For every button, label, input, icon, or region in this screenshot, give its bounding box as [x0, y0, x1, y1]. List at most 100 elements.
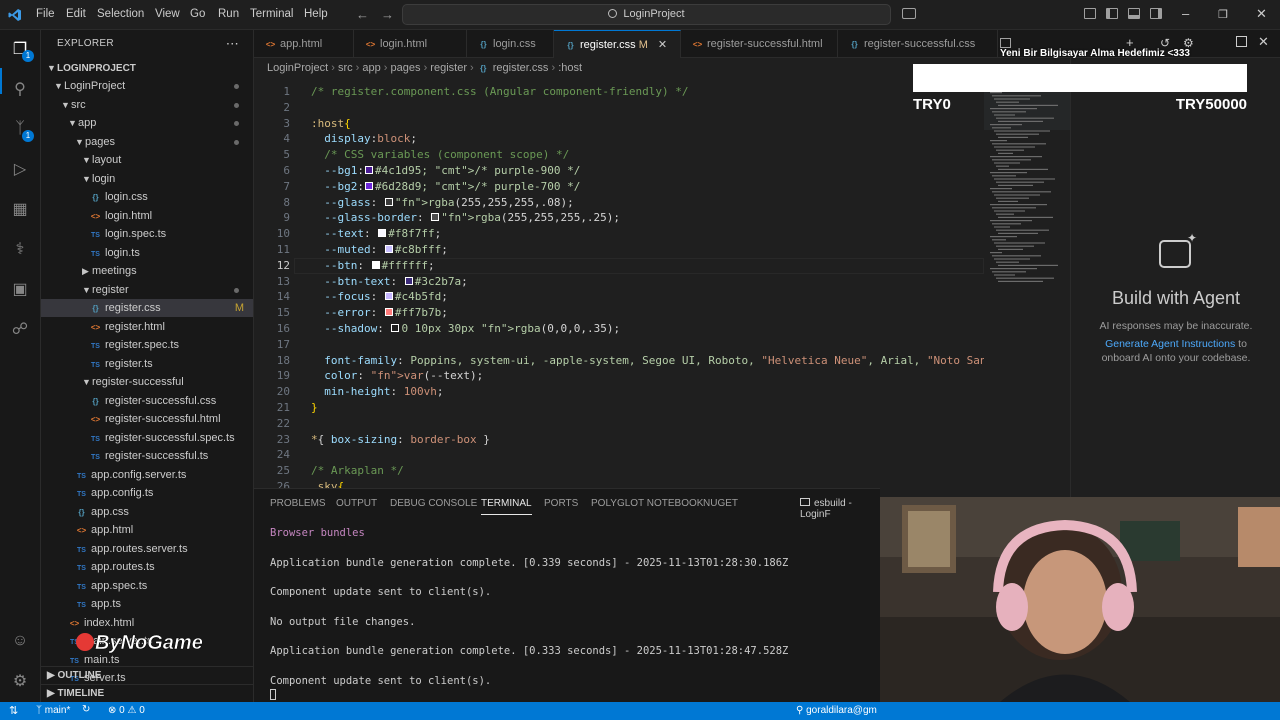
- breadcrumb-item[interactable]: register: [430, 62, 467, 74]
- panel-tab-debug-console[interactable]: DEBUG CONSOLE: [390, 498, 477, 509]
- tree-item[interactable]: <> login.html: [41, 207, 253, 225]
- tree-item[interactable]: ▼pages: [41, 133, 253, 151]
- color-swatch[interactable]: [384, 245, 393, 253]
- tab-login-css[interactable]: {} login.css: [467, 30, 554, 58]
- close-tab-icon[interactable]: ✕: [658, 39, 667, 51]
- color-swatch[interactable]: [365, 166, 373, 174]
- panel-tab-polyglot-notebook[interactable]: POLYGLOT NOTEBOOK: [591, 498, 703, 509]
- tab-register-successful-html[interactable]: <> register-successful.html: [681, 30, 838, 58]
- sync-icon[interactable]: ↻: [82, 704, 90, 715]
- tree-item[interactable]: TS login.ts: [41, 244, 253, 262]
- restore-icon[interactable]: ❐: [1218, 8, 1228, 21]
- history-icon[interactable]: ↺: [1160, 36, 1170, 50]
- tree-item[interactable]: TS register.ts: [41, 355, 253, 373]
- branch-indicator[interactable]: ᛉ main*: [36, 705, 70, 716]
- tree-item[interactable]: {} register.css M: [41, 299, 253, 317]
- outline-section[interactable]: ▶ OUTLINE: [41, 666, 253, 684]
- tree-item[interactable]: TS register-successful.ts: [41, 447, 253, 465]
- minimize-icon[interactable]: –: [1182, 6, 1189, 21]
- menu-edit[interactable]: Edit: [66, 8, 86, 20]
- color-swatch[interactable]: [365, 181, 373, 190]
- tree-item[interactable]: {} register-successful.css: [41, 392, 253, 410]
- split-editor-icon[interactable]: [1000, 38, 1011, 48]
- account-icon[interactable]: ☺: [9, 630, 31, 652]
- account-status[interactable]: ⚲ goraldilara@gm: [796, 705, 877, 716]
- tree-item[interactable]: TS app.config.ts: [41, 484, 253, 502]
- tree-item[interactable]: ▼login: [41, 170, 253, 188]
- panel-tab-nuget[interactable]: NUGET: [703, 498, 738, 509]
- minimap[interactable]: [984, 78, 1070, 488]
- breadcrumb-item[interactable]: src: [338, 62, 353, 74]
- generate-instructions-link[interactable]: Generate Agent Instructions: [1105, 338, 1235, 350]
- tree-item[interactable]: {} app.css: [41, 503, 253, 521]
- tab-login-html[interactable]: <> login.html: [354, 30, 467, 58]
- tree-item[interactable]: ▼src: [41, 96, 253, 114]
- panel-tab-problems[interactable]: PROBLEMS: [270, 498, 326, 509]
- tree-item[interactable]: ▼register-successful: [41, 373, 253, 391]
- menu-view[interactable]: View: [155, 8, 180, 20]
- panel-tab-output[interactable]: OUTPUT: [336, 498, 377, 509]
- maximize-chat-icon[interactable]: [1236, 36, 1247, 47]
- tree-item[interactable]: ▼register: [41, 281, 253, 299]
- toggle-secondary-sidebar-icon[interactable]: [1150, 8, 1162, 19]
- color-swatch[interactable]: [384, 292, 393, 301]
- color-swatch[interactable]: [391, 324, 400, 332]
- testing-icon[interactable]: ⚕: [9, 238, 31, 260]
- tree-item[interactable]: ▼LoginProject: [41, 77, 253, 95]
- back-arrow-icon[interactable]: ←: [356, 7, 369, 22]
- breadcrumb-item[interactable]: app: [362, 62, 380, 74]
- menu-file[interactable]: File: [36, 8, 55, 20]
- toggle-sidebar-icon[interactable]: [1106, 8, 1118, 19]
- tree-item[interactable]: TS login.spec.ts: [41, 225, 253, 243]
- color-swatch[interactable]: [384, 308, 393, 317]
- color-swatch[interactable]: [404, 276, 413, 285]
- more-actions-icon[interactable]: ⋯: [226, 30, 239, 58]
- tree-item[interactable]: TS app.ts: [41, 595, 253, 613]
- remote-indicator-icon[interactable]: ⇅: [9, 704, 18, 717]
- menu-run[interactable]: Run: [218, 8, 239, 20]
- tree-item[interactable]: TS register.spec.ts: [41, 336, 253, 354]
- tree-item[interactable]: {} login.css: [41, 188, 253, 206]
- search-icon[interactable]: ⚲: [9, 78, 31, 100]
- containers-icon[interactable]: ☍: [9, 318, 31, 340]
- problems-indicator[interactable]: ⊗ 0 ⚠ 0: [108, 705, 145, 716]
- toggle-panel-icon[interactable]: [1128, 8, 1140, 19]
- tab-register-css[interactable]: {} register.css M ✕: [554, 30, 681, 58]
- chat-settings-icon[interactable]: ⚙: [1183, 36, 1194, 50]
- tree-item[interactable]: ▼app: [41, 114, 253, 132]
- layout-icon[interactable]: [1084, 8, 1096, 19]
- project-root[interactable]: ▼LOGINPROJECT: [41, 59, 253, 77]
- run-debug-icon[interactable]: ▷: [9, 158, 31, 180]
- tree-item[interactable]: <> app.html: [41, 521, 253, 539]
- breadcrumb-item[interactable]: pages: [391, 62, 421, 74]
- forward-arrow-icon[interactable]: →: [381, 7, 394, 22]
- tab-app-html[interactable]: <> app.html: [254, 30, 354, 58]
- extensions-icon[interactable]: ▦: [9, 198, 31, 220]
- breadcrumb-item[interactable]: register.css: [493, 62, 549, 74]
- menu-terminal[interactable]: Terminal: [250, 8, 293, 20]
- menu-go[interactable]: Go: [190, 8, 205, 20]
- tree-item[interactable]: <> register.html: [41, 318, 253, 336]
- panel-tab-terminal[interactable]: TERMINAL: [481, 498, 532, 515]
- tree-item[interactable]: TS app.routes.ts: [41, 558, 253, 576]
- close-window-icon[interactable]: ✕: [1256, 6, 1267, 22]
- copilot-icon[interactable]: [902, 8, 916, 19]
- terminal-instance[interactable]: esbuild - LoginF: [800, 498, 880, 520]
- panel-tab-ports[interactable]: PORTS: [544, 498, 578, 509]
- breadcrumb-item[interactable]: LoginProject: [267, 62, 328, 74]
- color-swatch[interactable]: [378, 229, 387, 238]
- tree-item[interactable]: ▶ meetings: [41, 262, 253, 280]
- color-swatch[interactable]: [431, 213, 440, 222]
- settings-gear-icon[interactable]: ⚙: [9, 670, 31, 692]
- close-chat-icon[interactable]: ✕: [1258, 34, 1269, 50]
- timeline-section[interactable]: ▶ TIMELINE: [41, 684, 253, 702]
- new-chat-icon[interactable]: +: [1126, 35, 1134, 50]
- tree-item[interactable]: ▼layout: [41, 151, 253, 169]
- tree-item[interactable]: TS app.routes.server.ts: [41, 540, 253, 558]
- tree-item[interactable]: <> register-successful.html: [41, 410, 253, 428]
- menu-help[interactable]: Help: [304, 8, 328, 20]
- tree-item[interactable]: TS app.spec.ts: [41, 577, 253, 595]
- menu-selection[interactable]: Selection: [97, 8, 144, 20]
- remote-explorer-icon[interactable]: ▣: [9, 278, 31, 300]
- code-editor[interactable]: 1 /* register.component.css (Angular comp…: [254, 78, 984, 488]
